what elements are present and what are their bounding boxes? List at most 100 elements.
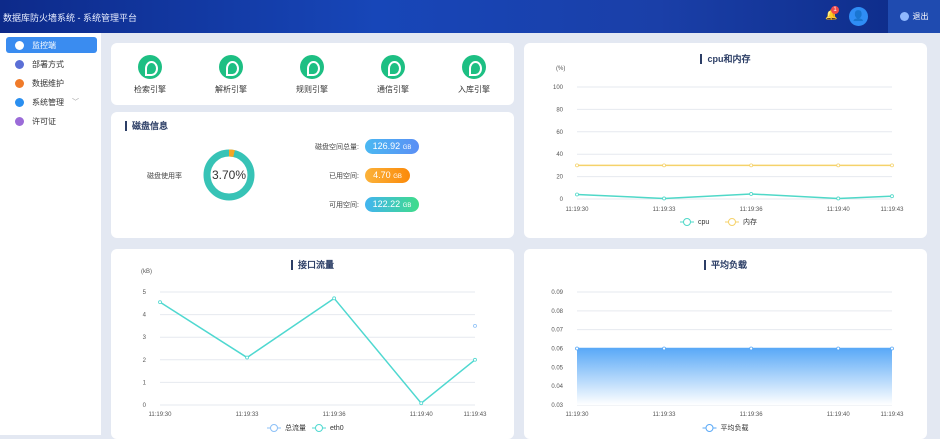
sidebar-item-data[interactable]: 数据维护	[6, 75, 97, 91]
engine-search[interactable]: 检索引擎	[120, 55, 180, 95]
engine-parse[interactable]: 解析引擎	[201, 55, 261, 95]
total-pill: 126.92 GB	[365, 139, 419, 154]
data-point	[575, 192, 579, 197]
engine-comm[interactable]: 通信引擎	[363, 55, 423, 95]
engine-label: 检索引擎	[134, 85, 166, 94]
load-card: 平均负载 0.03 0.04 0.05 0.06 0.07 0.08 0.09 11:19:3…	[524, 249, 927, 439]
y-tick-label: 1	[143, 380, 147, 386]
y-tick-label: 0.05	[551, 365, 563, 371]
data-point	[890, 346, 894, 351]
sidebar-item-monitor[interactable]: 监控端	[6, 37, 97, 53]
data-point	[836, 196, 841, 201]
y-tick-label: 0	[143, 403, 147, 409]
x-tick-label: 11:19:30	[149, 412, 173, 418]
free-pill: 122.22 GB	[365, 197, 419, 212]
y-tick-label: 5	[143, 290, 147, 296]
x-tick-label: 11:19:43	[881, 207, 905, 213]
license-icon	[15, 116, 24, 126]
y-unit-label: (%)	[556, 66, 565, 72]
series-line-cpu	[576, 193, 893, 200]
data-point	[662, 163, 666, 168]
data-point	[890, 194, 894, 199]
cpu-memory-chart: (%) 0 20 40 60 80 100 11:19:30 11:19:33 11:19:36 1…	[553, 66, 905, 226]
sidebar: 监控端 部署方式 数据维护 系统管理 ﹀ 许可证	[0, 33, 101, 435]
engine-storage[interactable]: 入库引擎	[444, 55, 504, 95]
sidebar-item-label: 系统管理	[32, 97, 64, 107]
total-label: 磁盘空间总量:	[315, 144, 359, 151]
y-tick-label: 3	[143, 335, 147, 341]
y-tick-label: 2	[143, 358, 147, 364]
legend-label: 内存	[743, 217, 757, 226]
x-tick-label: 11:19:40	[410, 412, 434, 418]
chevron-down-icon: ﹀	[72, 99, 79, 106]
engines-card: 检索引擎 解析引擎 规则引擎 通信引擎 入库引擎	[111, 43, 514, 105]
legend-marker-dot	[315, 424, 323, 432]
engine-icon	[381, 55, 405, 79]
legend-marker-dot	[270, 424, 278, 432]
notification-badge: 1	[831, 6, 839, 14]
data-point	[662, 196, 666, 201]
x-tick-label: 11:19:30	[566, 412, 590, 418]
data-point	[749, 346, 754, 351]
y-tick-label: 40	[556, 152, 563, 158]
sidebar-item-license[interactable]: 许可证	[6, 113, 97, 129]
legend-marker-dot	[683, 218, 691, 226]
deploy-icon	[15, 59, 24, 69]
top-header: 数据库防火墙系统 - 系统管理平台 🔔 1 👤 退出	[0, 0, 940, 33]
engine-label: 规则引擎	[296, 85, 328, 94]
engine-label: 解析引擎	[215, 85, 247, 94]
x-tick-label: 11:19:36	[740, 412, 764, 418]
disk-usage-value: 3.70%	[211, 168, 247, 182]
x-tick-label: 11:19:36	[740, 207, 764, 213]
engine-icon	[219, 55, 243, 79]
y-tick-label: 20	[556, 175, 563, 181]
y-tick-label: 0	[560, 197, 564, 203]
x-tick-label: 11:19:33	[236, 412, 260, 418]
sidebar-item-system[interactable]: 系统管理 ﹀	[6, 94, 97, 110]
engine-label: 通信引擎	[377, 85, 409, 94]
y-tick-label: 0.04	[551, 384, 563, 390]
data-point	[158, 300, 162, 305]
engine-label: 入库引擎	[458, 85, 490, 94]
engine-icon	[138, 55, 162, 79]
y-tick-label: 60	[556, 130, 563, 136]
sidebar-item-label: 监控端	[32, 40, 56, 50]
y-tick-label: 0.03	[551, 403, 563, 409]
y-tick-label: 80	[556, 107, 563, 113]
x-tick-label: 11:19:43	[881, 412, 905, 418]
disk-usage-label: 磁盘使用率	[147, 173, 182, 180]
x-tick-label: 11:19:40	[827, 207, 851, 213]
data-point	[473, 357, 477, 362]
interface-traffic-chart: (kB) 0 1 2 3 4 5 11:19:30 11:19:33 11:19:36 11:19:…	[141, 269, 488, 432]
legend-marker-dot	[705, 424, 714, 432]
engine-rule[interactable]: 规则引擎	[282, 55, 342, 95]
data-point	[575, 163, 579, 168]
monitor-icon	[15, 40, 24, 50]
y-tick-label: 0.06	[551, 347, 563, 353]
data-point	[836, 346, 841, 351]
app-title: 数据库防火墙系统 - 系统管理平台	[3, 13, 137, 23]
sidebar-item-label: 部署方式	[32, 59, 64, 69]
data-point	[332, 296, 337, 301]
x-tick-label: 11:19:43	[464, 412, 488, 418]
used-pill: 4.70 GB	[365, 168, 410, 183]
x-tick-label: 11:19:36	[323, 412, 347, 418]
series-area	[577, 348, 892, 405]
engine-icon	[462, 55, 486, 79]
interface-card: 接口流量 (kB) 0 1 2 3 4 5 11:19:30 11:19:33 11:19:36 1…	[111, 249, 514, 439]
legend-label: eth0	[330, 425, 344, 432]
legend-label: cpu	[698, 219, 709, 226]
data-point	[662, 346, 666, 351]
legend-label: 平均负载	[721, 423, 749, 432]
data-point	[419, 401, 424, 406]
free-label: 可用空间:	[329, 202, 359, 209]
data-point	[890, 163, 894, 168]
logout-button[interactable]: 退出	[888, 0, 940, 33]
average-load-chart: 0.03 0.04 0.05 0.06 0.07 0.08 0.09 11:19:30 11:1…	[551, 290, 905, 432]
series-line-eth0	[159, 297, 476, 405]
y-tick-label: 0.08	[551, 309, 563, 315]
x-tick-label: 11:19:40	[827, 412, 851, 418]
user-avatar[interactable]: 👤	[849, 7, 868, 26]
data-point	[749, 192, 754, 196]
sidebar-item-deploy[interactable]: 部署方式	[6, 56, 97, 72]
